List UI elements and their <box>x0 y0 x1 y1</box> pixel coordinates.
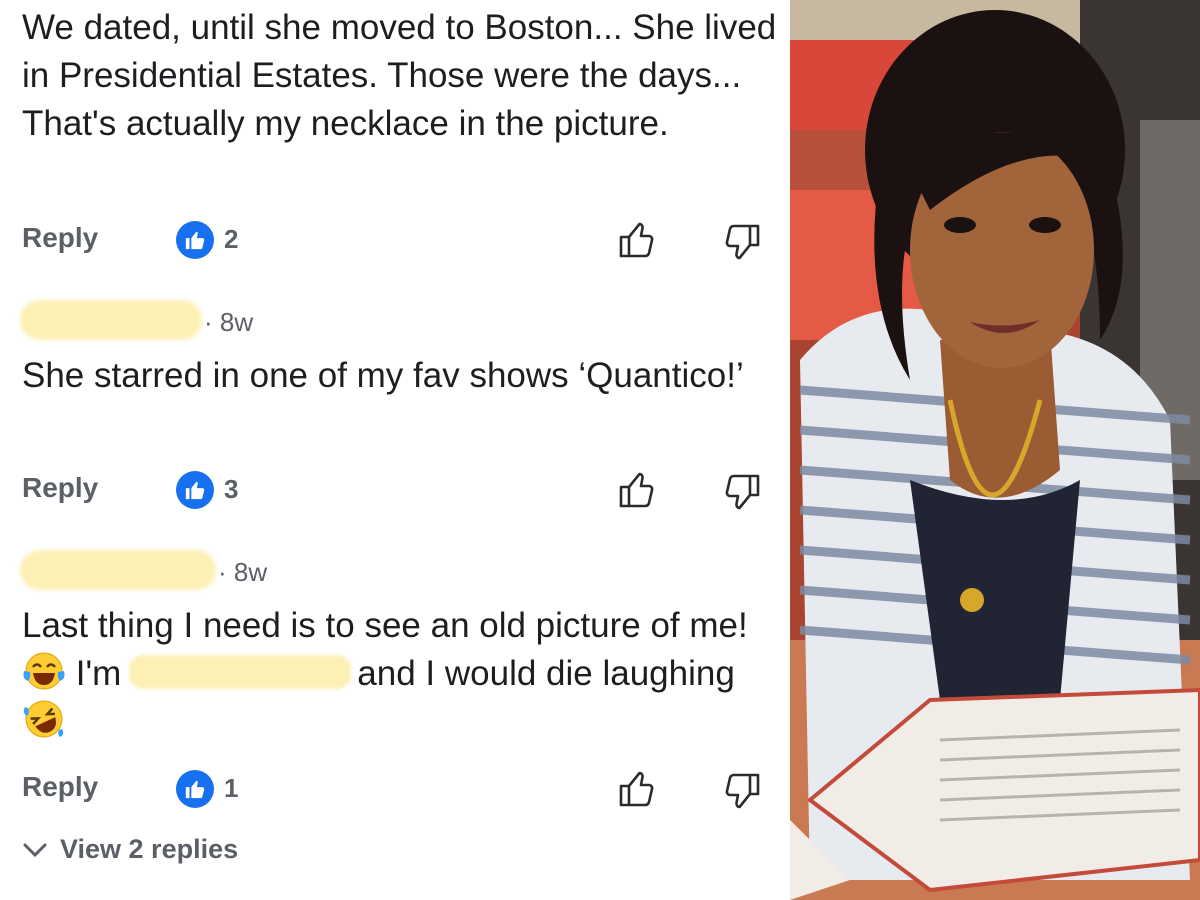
comment-text-part: and I would die laughing <box>357 654 735 693</box>
comment-text-part: Last thing I need is to see an old pictu… <box>22 606 748 645</box>
tears-of-joy-emoji <box>22 651 66 691</box>
thumbs-up-icon <box>176 770 214 808</box>
thumbs-up-outline-icon[interactable] <box>617 220 657 260</box>
view-replies-button[interactable]: View 2 replies <box>22 834 238 865</box>
redacted-name <box>129 655 352 689</box>
rolling-laughing-emoji <box>22 699 66 739</box>
like-count: 2 <box>224 224 239 254</box>
thumbs-up-outline-icon[interactable] <box>617 470 657 510</box>
comment-text: She starred in one of my fav shows ‘Quan… <box>22 356 744 395</box>
thumbs-up-icon <box>176 471 214 509</box>
photo <box>790 0 1200 900</box>
like-count: 1 <box>224 773 239 803</box>
comments-panel: We dated, until she moved to Boston... S… <box>0 0 790 900</box>
comment-age: · 8w <box>204 307 254 337</box>
like-count: 3 <box>224 474 239 504</box>
comment-text: Last thing I need is to see an old pictu… <box>22 602 782 746</box>
redacted-username <box>20 300 202 340</box>
thumbs-down-outline-icon[interactable] <box>722 222 762 262</box>
thumbs-up-icon <box>176 221 214 259</box>
view-replies-label: View 2 replies <box>60 834 239 864</box>
reply-button[interactable]: Reply <box>22 222 98 254</box>
comment-age: · 8w <box>218 557 268 587</box>
redacted-username <box>20 550 216 590</box>
comment-text: We dated, until she moved to Boston... S… <box>22 8 777 143</box>
thumbs-up-outline-icon[interactable] <box>617 769 657 809</box>
chevron-down-icon <box>22 834 48 865</box>
thumbs-down-outline-icon[interactable] <box>722 472 762 512</box>
reply-button[interactable]: Reply <box>22 771 98 803</box>
comment-text-part: I'm <box>75 654 122 693</box>
thumbs-down-outline-icon[interactable] <box>722 771 762 811</box>
reply-button[interactable]: Reply <box>22 472 98 504</box>
